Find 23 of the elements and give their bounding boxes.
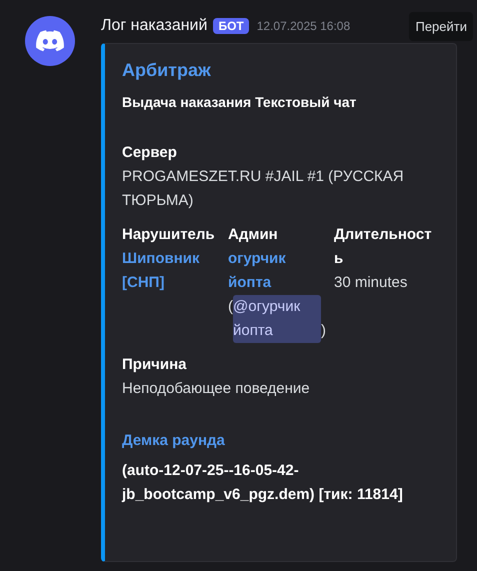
field-value: )	[321, 321, 326, 341]
user-link[interactable]: огурчик йопта	[228, 247, 326, 295]
field-value: PROGAMESZET.RU #JAIL #1 (РУССКАЯ ТЮРЬМА)	[122, 167, 405, 211]
timestamp: 12.07.2025 16:08	[256, 18, 350, 35]
field-value: Неподобающее поведение	[122, 379, 310, 399]
user-link[interactable]: Шиповник [СНП]	[122, 247, 220, 295]
field-name: Причина	[122, 355, 188, 375]
demo-title: Демка раунда	[122, 431, 226, 451]
field-name: Длительность	[334, 225, 432, 269]
embed-title[interactable]: Арбитраж	[122, 58, 442, 82]
bot-avatar[interactable]	[24, 16, 74, 66]
embed-description: Выдача наказания Текстовый чат	[122, 93, 358, 112]
field-value: (	[228, 297, 233, 317]
field-name: Сервер	[122, 143, 178, 163]
author-name[interactable]: Лог наказаний	[101, 14, 208, 38]
jump-button[interactable]: Перейти	[409, 12, 473, 41]
demo-text: (auto-12-07-25--16-05-42-jb_bootcamp_v6_pgz.dem) [тик: 11814]	[122, 461, 404, 505]
controller-face-icon	[36, 30, 64, 52]
bot-tag: БОТ	[213, 18, 249, 34]
field-name: Нарушитель	[122, 225, 216, 245]
user-mention[interactable]: @огурчик йопта	[233, 295, 321, 343]
field-value: 30 minutes	[334, 273, 408, 293]
field-name: Админ	[228, 225, 279, 245]
